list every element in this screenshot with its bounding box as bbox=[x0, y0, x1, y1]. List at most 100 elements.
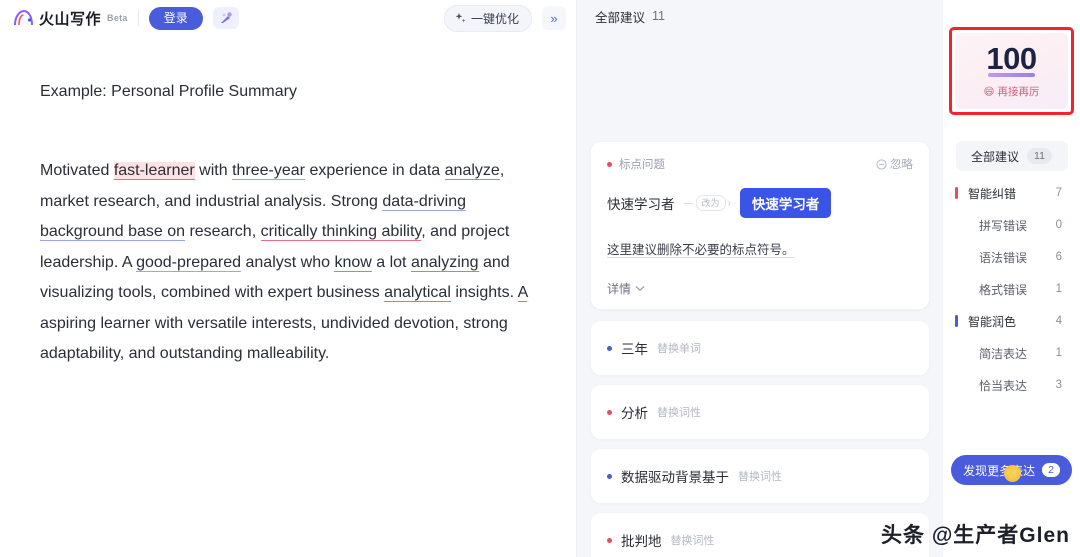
login-button[interactable]: 登录 bbox=[148, 6, 203, 30]
score-card[interactable]: 100 😄 再接再厉 bbox=[955, 33, 1068, 109]
sidebar-item-label: 格式错误 bbox=[979, 282, 1028, 297]
minus-circle-icon bbox=[876, 158, 887, 170]
suggestion-list-item[interactable]: 三年 替换单词 bbox=[591, 321, 929, 375]
doc-text-segment: Motivated bbox=[40, 162, 114, 179]
app-root: 火山写作 Beta 登录 一键优化 » Example: Personal Pr… bbox=[0, 0, 1080, 557]
volcano-logo-icon bbox=[14, 9, 33, 26]
suggestion-word: 三年 bbox=[621, 342, 648, 357]
sidebar-item-4[interactable]: 智能润色 4 bbox=[943, 305, 1080, 337]
arrow-left-dash-icon: — bbox=[683, 197, 694, 209]
suggestion-explanation: 这里建议删除不必要的标点符号。 bbox=[607, 243, 795, 257]
toolbar-divider bbox=[137, 10, 139, 26]
score-caption: 再接再厉 bbox=[997, 86, 1040, 98]
suggestion-type-tag: 替换词性 bbox=[657, 407, 701, 419]
sidebar-item-2[interactable]: 语法错误 6 bbox=[943, 241, 1080, 273]
sidebar-item-count: 1 bbox=[1055, 283, 1062, 295]
change-to-indicator: — 改为 › bbox=[684, 195, 731, 211]
suggestions-scroll[interactable]: 标点问题 忽略 快速学习者 — 改为 › 快速学习者 这里建议删除不必要的标点符… bbox=[577, 32, 943, 557]
ignore-label: 忽略 bbox=[890, 159, 913, 171]
sidebar-item-3[interactable]: 格式错误 1 bbox=[943, 273, 1080, 305]
suggestion-dot-icon bbox=[607, 537, 612, 543]
right-sidebar: 100 😄 再接再厉 全部建议 11 智能纠错 7 拼写错误 0 语法错误 6 格式错误 1 智… bbox=[943, 0, 1080, 557]
change-to-label: 改为 bbox=[695, 195, 726, 211]
one-click-optimize-button[interactable]: 一键优化 bbox=[443, 4, 532, 32]
sidebar-item-1[interactable]: 拼写错误 0 bbox=[943, 209, 1080, 241]
doc-text-segment: aspiring learner with versatile interest… bbox=[40, 314, 508, 363]
document-area[interactable]: Example: Personal Profile Summary Motiva… bbox=[0, 36, 576, 557]
magic-wand-glyph bbox=[220, 12, 232, 23]
document-paragraph[interactable]: Motivated fast-learner with three-year e… bbox=[40, 156, 536, 370]
suggestion-type-tag: 替换词性 bbox=[670, 535, 715, 547]
sidebar-item-6[interactable]: 恰当表达 3 bbox=[943, 369, 1080, 401]
arrow-right-icon: › bbox=[727, 197, 731, 209]
suggestion-category: 标点问题 bbox=[607, 156, 665, 172]
doc-text-segment: insights. bbox=[450, 284, 518, 301]
doc-marked-segment[interactable]: know bbox=[334, 253, 372, 272]
detail-toggle[interactable]: 详情 bbox=[607, 280, 913, 297]
doc-marked-segment[interactable]: analytical bbox=[384, 284, 451, 302]
suggestion-chip[interactable]: 快速学习者 bbox=[739, 188, 832, 218]
sidebar-item-label: 恰当表达 bbox=[979, 378, 1028, 393]
score-annotation-box: 100 😄 再接再厉 bbox=[949, 27, 1074, 115]
sidebar-category-list: 智能纠错 7 拼写错误 0 语法错误 6 格式错误 1 智能润色 4 简洁表达 1 恰当表达 3 bbox=[943, 177, 1080, 401]
sidebar-item-label: 简洁表达 bbox=[979, 346, 1028, 361]
suggestion-list-item[interactable]: 批判地 替换词性 bbox=[591, 513, 929, 557]
doc-text-segment: experience in data bbox=[305, 162, 445, 179]
score-value: 100 bbox=[986, 41, 1037, 77]
magic-wand-icon[interactable] bbox=[212, 7, 239, 29]
suggestion-fix-row: 快速学习者 — 改为 › 快速学习者 bbox=[607, 188, 913, 218]
optimize-label: 一键优化 bbox=[470, 11, 519, 26]
original-text: 快速学习者 bbox=[607, 197, 675, 212]
doc-marked-segment[interactable]: fast-learner bbox=[113, 162, 195, 180]
suggestion-list-item[interactable]: 分析 替换词性 bbox=[591, 385, 929, 439]
doc-text-segment: research, bbox=[185, 223, 261, 240]
suggestion-type-tag: 替换词性 bbox=[738, 471, 782, 483]
doc-marked-segment[interactable]: analyzing bbox=[410, 253, 479, 272]
doc-marked-segment[interactable]: good-prepared bbox=[136, 253, 242, 272]
cursor-highlight-icon bbox=[1004, 465, 1021, 482]
sidebar-item-count: 7 bbox=[1055, 187, 1062, 199]
discover-label: 发现更多表达 bbox=[963, 463, 1036, 478]
doc-text-segment: analyst who bbox=[241, 253, 335, 271]
suggestions-header-label: 全部建议 bbox=[595, 10, 646, 25]
sidebar-item-count: 3 bbox=[1055, 379, 1062, 391]
sidebar-item-label: 拼写错误 bbox=[979, 218, 1028, 233]
sidebar-item-label: 语法错误 bbox=[979, 250, 1028, 265]
document-title: Example: Personal Profile Summary bbox=[40, 83, 297, 100]
doc-marked-segment[interactable]: three-year bbox=[232, 162, 305, 180]
chevron-double-right-icon[interactable]: » bbox=[542, 6, 566, 30]
sidebar-item-all-suggestions[interactable]: 全部建议 11 bbox=[955, 141, 1068, 171]
suggestions-header-count: 11 bbox=[652, 9, 665, 23]
suggestion-card-header: 标点问题 忽略 bbox=[607, 156, 913, 172]
category-label: 标点问题 bbox=[619, 159, 665, 171]
sidebar-item-0[interactable]: 智能纠错 7 bbox=[943, 177, 1080, 209]
sidebar-item-count: 0 bbox=[1055, 219, 1062, 231]
ignore-button[interactable]: 忽略 bbox=[876, 156, 913, 172]
beta-tag: Beta bbox=[107, 13, 128, 23]
sidebar-accent-bar bbox=[955, 187, 958, 199]
suggestion-word: 分析 bbox=[621, 406, 648, 421]
doc-marked-segment[interactable]: analyze bbox=[444, 162, 500, 180]
doc-marked-segment[interactable]: A bbox=[517, 284, 528, 302]
sparkle-icon bbox=[455, 12, 466, 22]
sidebar-item-5[interactable]: 简洁表达 1 bbox=[943, 337, 1080, 369]
suggestion-word: 批判地 bbox=[621, 534, 662, 549]
suggestion-item-list: 三年 替换单词 分析 替换词性 数据驱动背景基于 替换词性 批判地 替换词性 bbox=[591, 321, 929, 557]
chevron-down-icon bbox=[635, 286, 645, 292]
suggestion-list-item[interactable]: 数据驱动背景基于 替换词性 bbox=[591, 449, 929, 503]
suggestion-word: 数据驱动背景基于 bbox=[621, 470, 729, 485]
top-toolbar: 火山写作 Beta 登录 一键优化 » bbox=[0, 0, 576, 36]
brand-logo[interactable]: 火山写作 Beta bbox=[12, 8, 128, 29]
sidebar-all-count: 11 bbox=[1027, 148, 1052, 164]
sidebar-item-count: 4 bbox=[1055, 315, 1062, 327]
suggestions-header: 全部建议 11 bbox=[577, 0, 943, 32]
doc-text-segment: a lot bbox=[371, 253, 411, 271]
sidebar-item-count: 6 bbox=[1055, 251, 1062, 263]
suggestion-dot-icon bbox=[607, 409, 612, 415]
suggestion-dot-icon bbox=[607, 473, 612, 479]
score-caption-row: 😄 再接再厉 bbox=[984, 84, 1040, 99]
doc-marked-segment[interactable]: critically thinking ability bbox=[260, 223, 422, 241]
sidebar-item-label: 智能纠错 bbox=[968, 186, 1017, 201]
discover-count-badge: 2 bbox=[1042, 463, 1060, 477]
suggestion-card[interactable]: 标点问题 忽略 快速学习者 — 改为 › 快速学习者 这里建议删除不必要的标点符… bbox=[591, 142, 929, 309]
